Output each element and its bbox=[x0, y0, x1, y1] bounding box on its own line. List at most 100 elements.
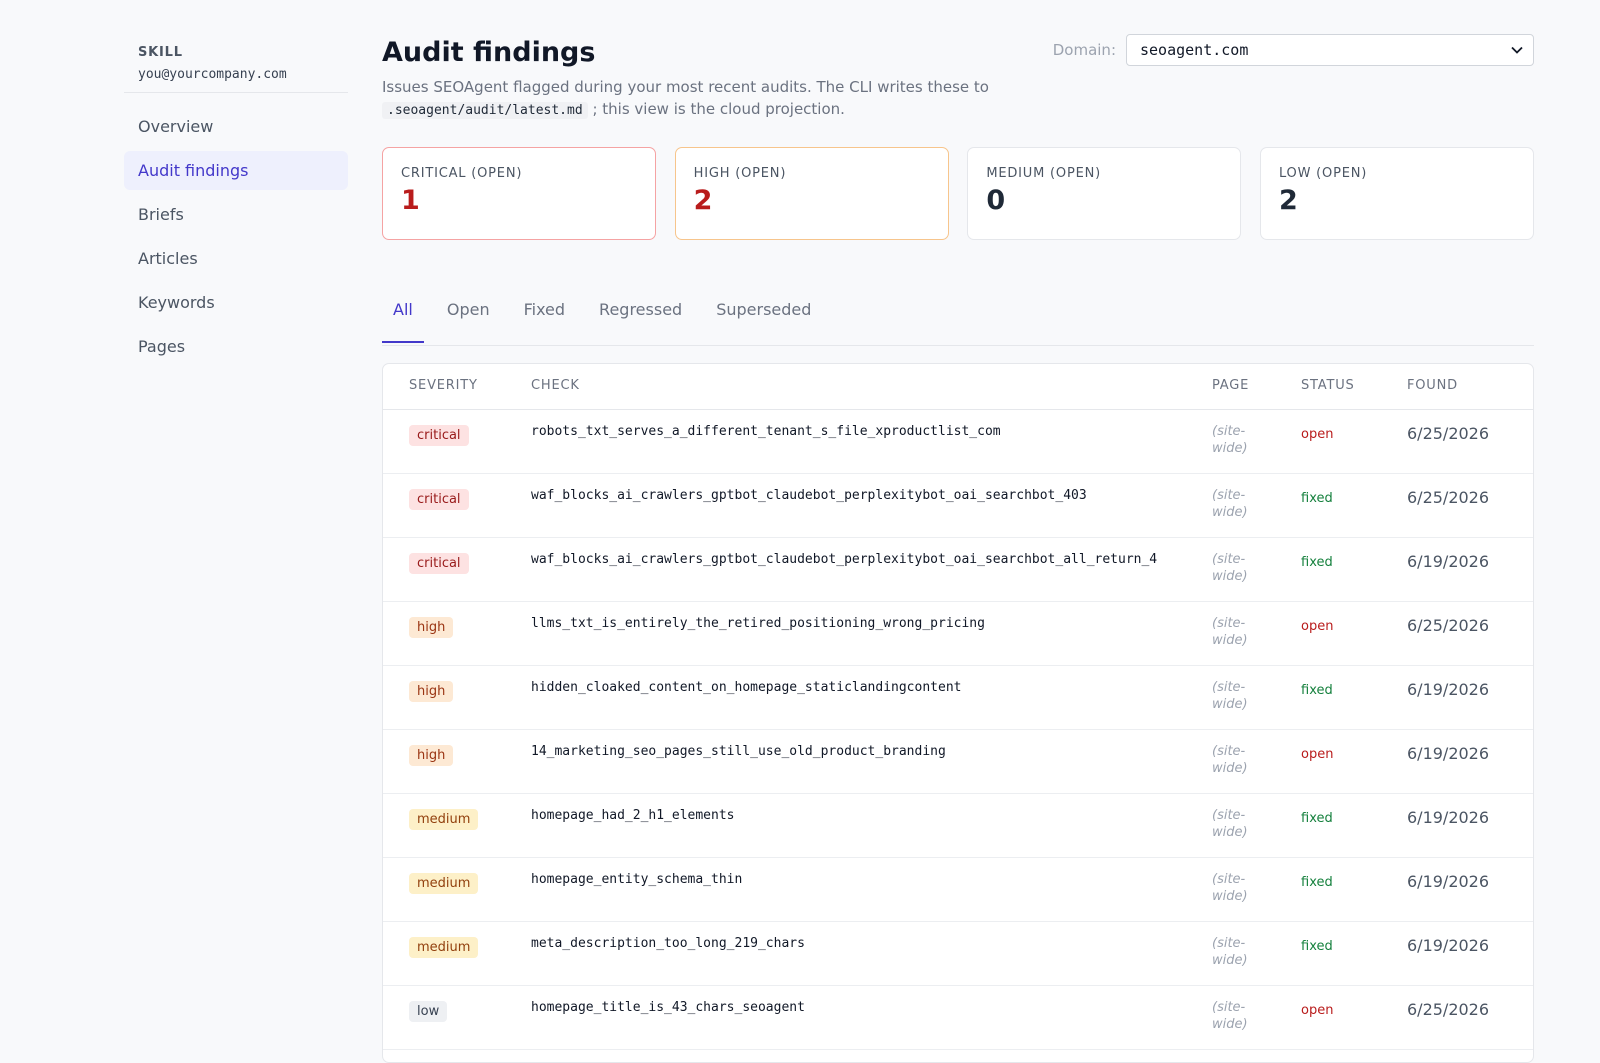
card-count: 2 bbox=[1278, 185, 1298, 216]
check-name: waf_blocks_ai_crawlers_gptbot_claudebot_… bbox=[531, 488, 1087, 503]
found-date: 6/19/2026 bbox=[1407, 808, 1490, 827]
severity-cell: critical bbox=[409, 488, 469, 510]
table-row[interactable]: medium homepage_had_2_h1_elements (site-wi… bbox=[383, 794, 1533, 858]
table-row[interactable]: high 14_marketing_seo_pages_still_use_old… bbox=[383, 730, 1533, 794]
severity-cell: high bbox=[409, 680, 454, 702]
description-text-tail: ; this view is the cloud projection. bbox=[592, 100, 845, 118]
critical-open-card: CRITICAL (OPEN) 1 bbox=[382, 147, 656, 240]
status-label: open bbox=[1301, 427, 1334, 442]
card-label: MEDIUM (OPEN) bbox=[986, 166, 1102, 181]
card-count: 2 bbox=[693, 185, 713, 216]
domain-select[interactable]: seoagent.com bbox=[1126, 34, 1534, 66]
page-scope: (site-wide) bbox=[1212, 744, 1248, 776]
table-body: critical robots_txt_serves_a_different_te… bbox=[383, 410, 1533, 1050]
table-row[interactable]: critical waf_blocks_ai_crawlers_gptbot_cl… bbox=[383, 538, 1533, 602]
severity-cell: medium bbox=[409, 808, 479, 830]
severity-cell: high bbox=[409, 744, 454, 766]
severity-cell: medium bbox=[409, 936, 479, 958]
check-name: waf_blocks_ai_crawlers_gptbot_claudebot_… bbox=[531, 552, 1158, 567]
table-row[interactable]: high hidden_cloaked_content_on_homepage_s… bbox=[383, 666, 1533, 730]
tab-open[interactable]: Open bbox=[436, 294, 501, 343]
card-label: CRITICAL (OPEN) bbox=[401, 166, 523, 181]
tab-all[interactable]: All bbox=[382, 294, 424, 343]
sidebar-item-briefs[interactable]: Briefs bbox=[124, 195, 348, 234]
column-found[interactable]: FOUND bbox=[1407, 378, 1458, 393]
column-page[interactable]: PAGE bbox=[1212, 378, 1249, 393]
account-email: you@yourcompany.com bbox=[138, 67, 287, 82]
table-row[interactable]: high llms_txt_is_entirely_the_retired_pos… bbox=[383, 602, 1533, 666]
domain-label: Domain: bbox=[1052, 41, 1116, 59]
severity-badge: medium bbox=[409, 873, 479, 894]
card-label: HIGH (OPEN) bbox=[693, 166, 787, 181]
domain-select-value: seoagent.com bbox=[1140, 41, 1249, 59]
column-severity[interactable]: SEVERITY bbox=[409, 378, 478, 393]
account-header: SKILL you@yourcompany.com bbox=[124, 45, 348, 82]
severity-badge: low bbox=[409, 1001, 448, 1022]
page-scope: (site-wide) bbox=[1212, 552, 1248, 584]
status-tabs: All Open Fixed Regressed Superseded bbox=[382, 294, 1534, 346]
tab-regressed[interactable]: Regressed bbox=[588, 294, 693, 343]
sidebar: SKILL you@yourcompany.com Overview Audit… bbox=[124, 34, 348, 371]
severity-cell: medium bbox=[409, 872, 479, 894]
status-label: fixed bbox=[1301, 875, 1333, 890]
tab-fixed[interactable]: Fixed bbox=[513, 294, 576, 343]
severity-cell: low bbox=[409, 1000, 448, 1022]
found-date: 6/25/2026 bbox=[1407, 616, 1490, 635]
severity-cell: high bbox=[409, 616, 454, 638]
sidebar-item-audit-findings[interactable]: Audit findings bbox=[124, 151, 348, 190]
check-name: meta_description_too_long_219_chars bbox=[531, 936, 805, 951]
status-label: fixed bbox=[1301, 811, 1333, 826]
column-check[interactable]: CHECK bbox=[531, 378, 580, 393]
sidebar-item-articles[interactable]: Articles bbox=[124, 239, 348, 278]
severity-cell: critical bbox=[409, 424, 469, 446]
page-title: Audit findings bbox=[382, 37, 596, 68]
page-scope: (site-wide) bbox=[1212, 424, 1248, 456]
check-name: 14_marketing_seo_pages_still_use_old_pro… bbox=[531, 744, 946, 759]
check-name: homepage_title_is_43_chars_seoagent bbox=[531, 1000, 805, 1015]
severity-badge: critical bbox=[409, 489, 469, 510]
workspace-name: SKILL bbox=[138, 45, 183, 60]
severity-badge: critical bbox=[409, 553, 469, 574]
severity-badge: high bbox=[409, 617, 454, 638]
tab-superseded[interactable]: Superseded bbox=[705, 294, 822, 343]
status-label: fixed bbox=[1301, 683, 1333, 698]
severity-badge: medium bbox=[409, 937, 479, 958]
check-name: hidden_cloaked_content_on_homepage_stati… bbox=[531, 680, 962, 695]
check-name: homepage_entity_schema_thin bbox=[531, 872, 743, 887]
page-scope: (site-wide) bbox=[1212, 488, 1248, 520]
domain-filter: Domain: seoagent.com bbox=[1053, 34, 1534, 66]
summary-cards: CRITICAL (OPEN) 1 HIGH (OPEN) 2 MEDIUM (… bbox=[382, 147, 1534, 240]
card-count: 0 bbox=[986, 185, 1006, 216]
page-scope: (site-wide) bbox=[1212, 1000, 1248, 1032]
found-date: 6/25/2026 bbox=[1407, 424, 1490, 443]
sidebar-item-keywords[interactable]: Keywords bbox=[124, 283, 348, 322]
page-scope: (site-wide) bbox=[1212, 680, 1248, 712]
table-row[interactable]: medium homepage_entity_schema_thin (site-w… bbox=[383, 858, 1533, 922]
table-row[interactable]: medium meta_description_too_long_219_char… bbox=[383, 922, 1533, 986]
sidebar-item-pages[interactable]: Pages bbox=[124, 327, 348, 366]
page-scope: (site-wide) bbox=[1212, 936, 1248, 968]
chevron-down-icon bbox=[1511, 43, 1523, 57]
table-row[interactable]: critical waf_blocks_ai_crawlers_gptbot_cl… bbox=[383, 474, 1533, 538]
check-name: llms_txt_is_entirely_the_retired_positio… bbox=[531, 616, 985, 631]
sidebar-item-overview[interactable]: Overview bbox=[124, 107, 348, 146]
page-description: Issues SEOAgent flagged during your most… bbox=[382, 76, 1022, 122]
status-label: fixed bbox=[1301, 491, 1333, 506]
column-status[interactable]: STATUS bbox=[1301, 378, 1355, 393]
found-date: 6/19/2026 bbox=[1407, 552, 1490, 571]
description-text: Issues SEOAgent flagged during your most… bbox=[382, 78, 989, 96]
findings-table: SEVERITY CHECK PAGE STATUS FOUND critica… bbox=[382, 363, 1534, 1063]
table-row[interactable]: low homepage_title_is_43_chars_seoagent (s… bbox=[383, 986, 1533, 1050]
severity-badge: high bbox=[409, 745, 454, 766]
table-header: SEVERITY CHECK PAGE STATUS FOUND bbox=[383, 364, 1533, 410]
check-name: robots_txt_serves_a_different_tenant_s_f… bbox=[531, 424, 1001, 439]
severity-badge: critical bbox=[409, 425, 469, 446]
found-date: 6/19/2026 bbox=[1407, 744, 1490, 763]
page-scope: (site-wide) bbox=[1212, 872, 1248, 904]
found-date: 6/19/2026 bbox=[1407, 872, 1490, 891]
high-open-card: HIGH (OPEN) 2 bbox=[674, 147, 949, 240]
check-name: homepage_had_2_h1_elements bbox=[531, 808, 735, 823]
page-scope: (site-wide) bbox=[1212, 616, 1248, 648]
sidebar-nav: Overview Audit findings Briefs Articles … bbox=[124, 107, 348, 366]
table-row[interactable]: critical robots_txt_serves_a_different_te… bbox=[383, 410, 1533, 474]
